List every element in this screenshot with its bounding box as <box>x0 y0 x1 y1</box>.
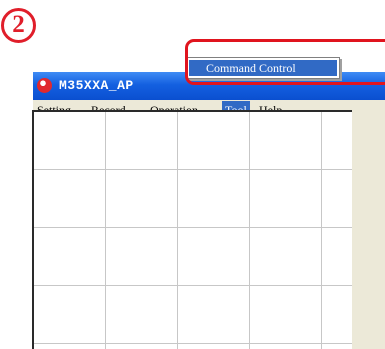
data-grid[interactable] <box>32 110 352 349</box>
window-title: M35XXA_AP <box>59 78 134 93</box>
app-icon <box>37 78 52 93</box>
step-number-badge: 2 <box>1 8 36 43</box>
annotation-highlight <box>185 39 385 85</box>
